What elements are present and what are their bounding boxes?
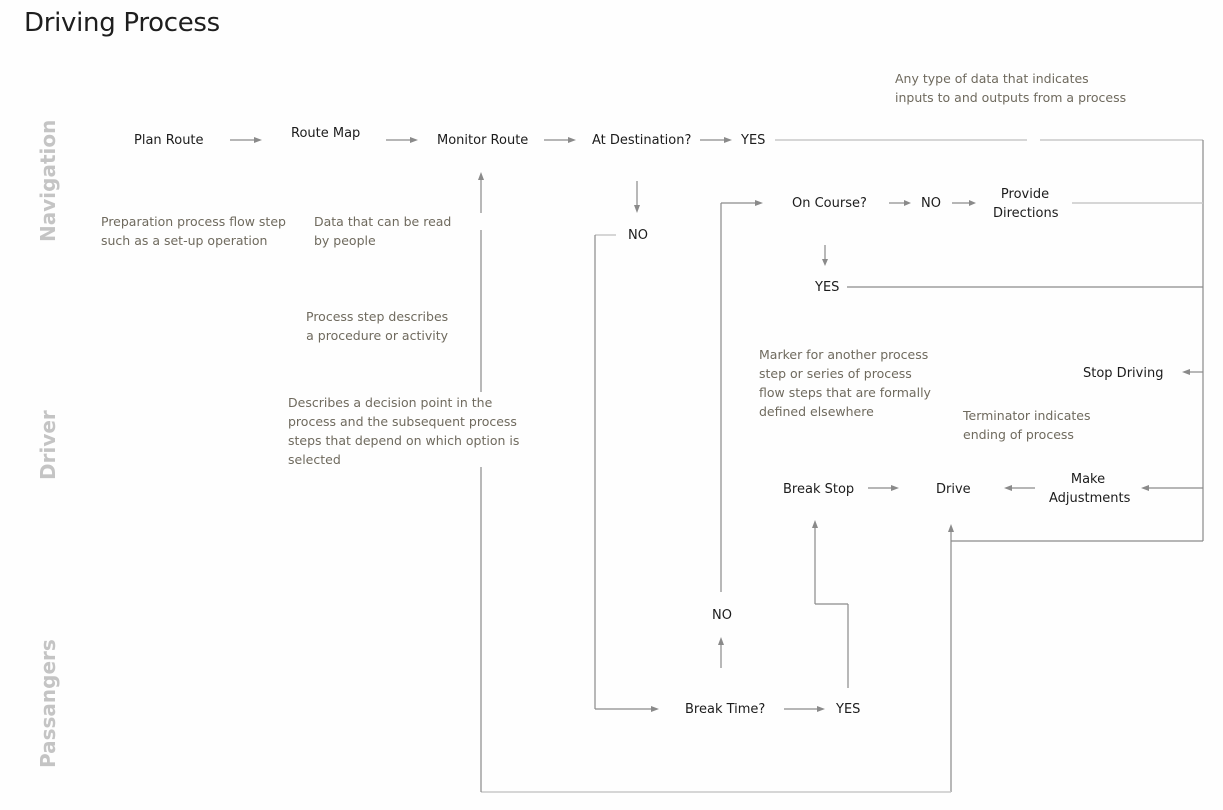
- note-line: ending of process: [963, 427, 1074, 442]
- arrow-breaktime-to-yes: [784, 706, 825, 712]
- node-plan-route[interactable]: Plan Route: [134, 131, 204, 150]
- node-at-destination-no[interactable]: NO: [628, 226, 648, 245]
- arrow-monitor-to-destination: [544, 137, 576, 143]
- node-make-adjustments[interactable]: Make Adjustments: [1049, 470, 1131, 508]
- note-line: a procedure or activity: [306, 328, 449, 343]
- note-decision: Describes a decision point in the proces…: [288, 393, 519, 469]
- arrow-bottom-to-drive: [948, 524, 954, 792]
- note-terminator: Terminator indicates ending of process: [963, 406, 1090, 444]
- arrow-oncourse-to-no: [889, 200, 911, 206]
- note-line: Marker for another process: [759, 347, 929, 362]
- arrow-to-stop-driving: [1182, 369, 1203, 375]
- arrow-to-make-adjustments: [1141, 485, 1203, 491]
- note-line: Terminator indicates: [963, 408, 1091, 423]
- node-provide-directions-line1: Provide: [1000, 187, 1050, 202]
- arrow-destination-to-yes: [700, 137, 732, 143]
- lane-label-driver: Driver: [36, 410, 60, 480]
- node-at-destination-yes[interactable]: YES: [741, 131, 765, 150]
- arrow-adjustments-to-drive: [1004, 485, 1035, 491]
- lane-label-navigation: Navigation: [36, 119, 60, 242]
- arrow-plan-to-routemap: [230, 137, 262, 143]
- node-make-adjustments-line2: Adjustments: [1049, 491, 1131, 506]
- node-drive[interactable]: Drive: [936, 480, 971, 499]
- note-line: Process step describes: [306, 309, 449, 324]
- arrow-breaktime-to-no: [718, 637, 724, 668]
- note-document: Data that can be read by people: [314, 212, 451, 250]
- node-make-adjustments-line1: Make: [1070, 472, 1106, 487]
- note-line: selected: [288, 452, 341, 467]
- note-line: defined elsewhere: [759, 404, 874, 419]
- node-stop-driving[interactable]: Stop Driving: [1083, 364, 1163, 383]
- note-line: flow steps that are formally: [759, 385, 931, 400]
- connector-yes-to-breakstop: [812, 520, 849, 688]
- connector-no-to-breaktime: [594, 234, 659, 712]
- note-line: inputs to and outputs from a process: [895, 90, 1127, 105]
- connector-no-to-oncourse: [720, 200, 763, 592]
- note-line: by people: [314, 233, 376, 248]
- page-title: Driving Process: [24, 8, 220, 38]
- node-at-destination[interactable]: At Destination?: [592, 131, 691, 150]
- node-break-stop[interactable]: Break Stop: [783, 480, 854, 499]
- node-provide-directions-line2: Directions: [993, 206, 1059, 221]
- note-line: step or series of process: [759, 366, 912, 381]
- arrow-routemap-to-monitor: [386, 137, 418, 143]
- note-line: steps that depend on which option is: [288, 433, 520, 448]
- note-preparation: Preparation process flow step such as a …: [101, 212, 286, 250]
- node-on-course[interactable]: On Course?: [792, 194, 867, 213]
- note-line: Any type of data that indicates: [895, 71, 1089, 86]
- connectors-layer: [230, 137, 1204, 793]
- note-line: Preparation process flow step: [101, 214, 286, 229]
- note-line: such as a set-up operation: [101, 233, 268, 248]
- arrow-breakstop-to-drive: [868, 485, 899, 491]
- arrow-up-to-monitor-route: [478, 172, 484, 792]
- note-line: process and the subsequent process: [288, 414, 517, 429]
- node-monitor-route[interactable]: Monitor Route: [437, 131, 528, 150]
- lane-label-passengers: Passangers: [36, 639, 60, 768]
- note-data-io: Any type of data that indicates inputs t…: [895, 69, 1126, 107]
- arrow-no-to-directions: [952, 200, 976, 206]
- node-break-time-no[interactable]: NO: [712, 606, 732, 625]
- note-line: Describes a decision point in the: [288, 395, 493, 410]
- arrow-destination-to-no: [634, 181, 640, 213]
- node-on-course-yes[interactable]: YES: [815, 278, 839, 297]
- note-predefined: Marker for another process step or serie…: [759, 345, 931, 421]
- note-process: Process step describes a procedure or ac…: [306, 307, 448, 345]
- node-break-time-yes[interactable]: YES: [836, 700, 860, 719]
- node-provide-directions[interactable]: Provide Directions: [993, 185, 1059, 223]
- node-on-course-no[interactable]: NO: [921, 194, 941, 213]
- node-route-map[interactable]: Route Map: [291, 124, 360, 143]
- note-line: Data that can be read: [314, 214, 452, 229]
- arrow-oncourse-to-yes: [822, 245, 828, 266]
- driving-process-diagram: Driving Process Navigation Driver Passan…: [0, 0, 1223, 810]
- node-break-time[interactable]: Break Time?: [685, 700, 765, 719]
